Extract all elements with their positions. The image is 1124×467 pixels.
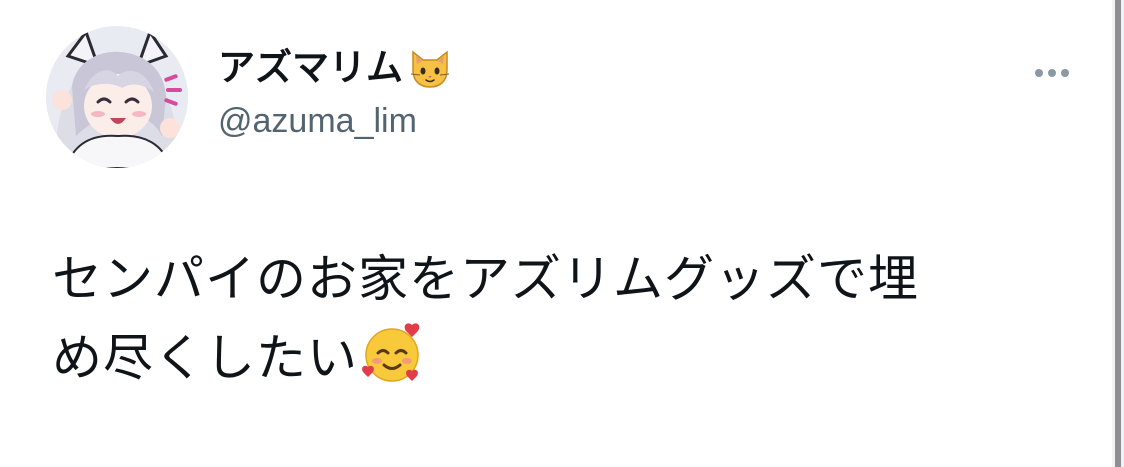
tweet-card: アズマリム @azuma_lim センパイのお家をアズリムグッズで埋 め尽くした…	[0, 0, 1105, 467]
tweet-text-line-content: め尽くしたい	[52, 329, 358, 387]
more-dot	[1035, 69, 1043, 77]
avatar-illustration	[46, 26, 188, 168]
tweet-text-line: センパイのお家をアズリムグッズで埋	[52, 250, 919, 308]
more-dot	[1061, 69, 1069, 77]
cat-face-icon	[407, 44, 453, 90]
more-options-icon[interactable]	[1026, 60, 1078, 86]
display-name[interactable]: アズマリム	[218, 44, 453, 90]
scrollbar[interactable]	[1112, 0, 1124, 467]
display-name-text: アズマリム	[218, 45, 403, 89]
tweet-text-line-2: め尽くしたい	[52, 319, 1062, 398]
avatar[interactable]	[46, 26, 188, 168]
smiling-face-with-hearts-icon	[360, 321, 424, 385]
user-handle[interactable]: @azuma_lim	[218, 104, 417, 138]
scrollbar-thumb[interactable]	[1115, 0, 1121, 467]
more-dot	[1048, 69, 1056, 77]
tweet-text: センパイのお家をアズリムグッズで埋 め尽くしたい	[52, 240, 1062, 398]
